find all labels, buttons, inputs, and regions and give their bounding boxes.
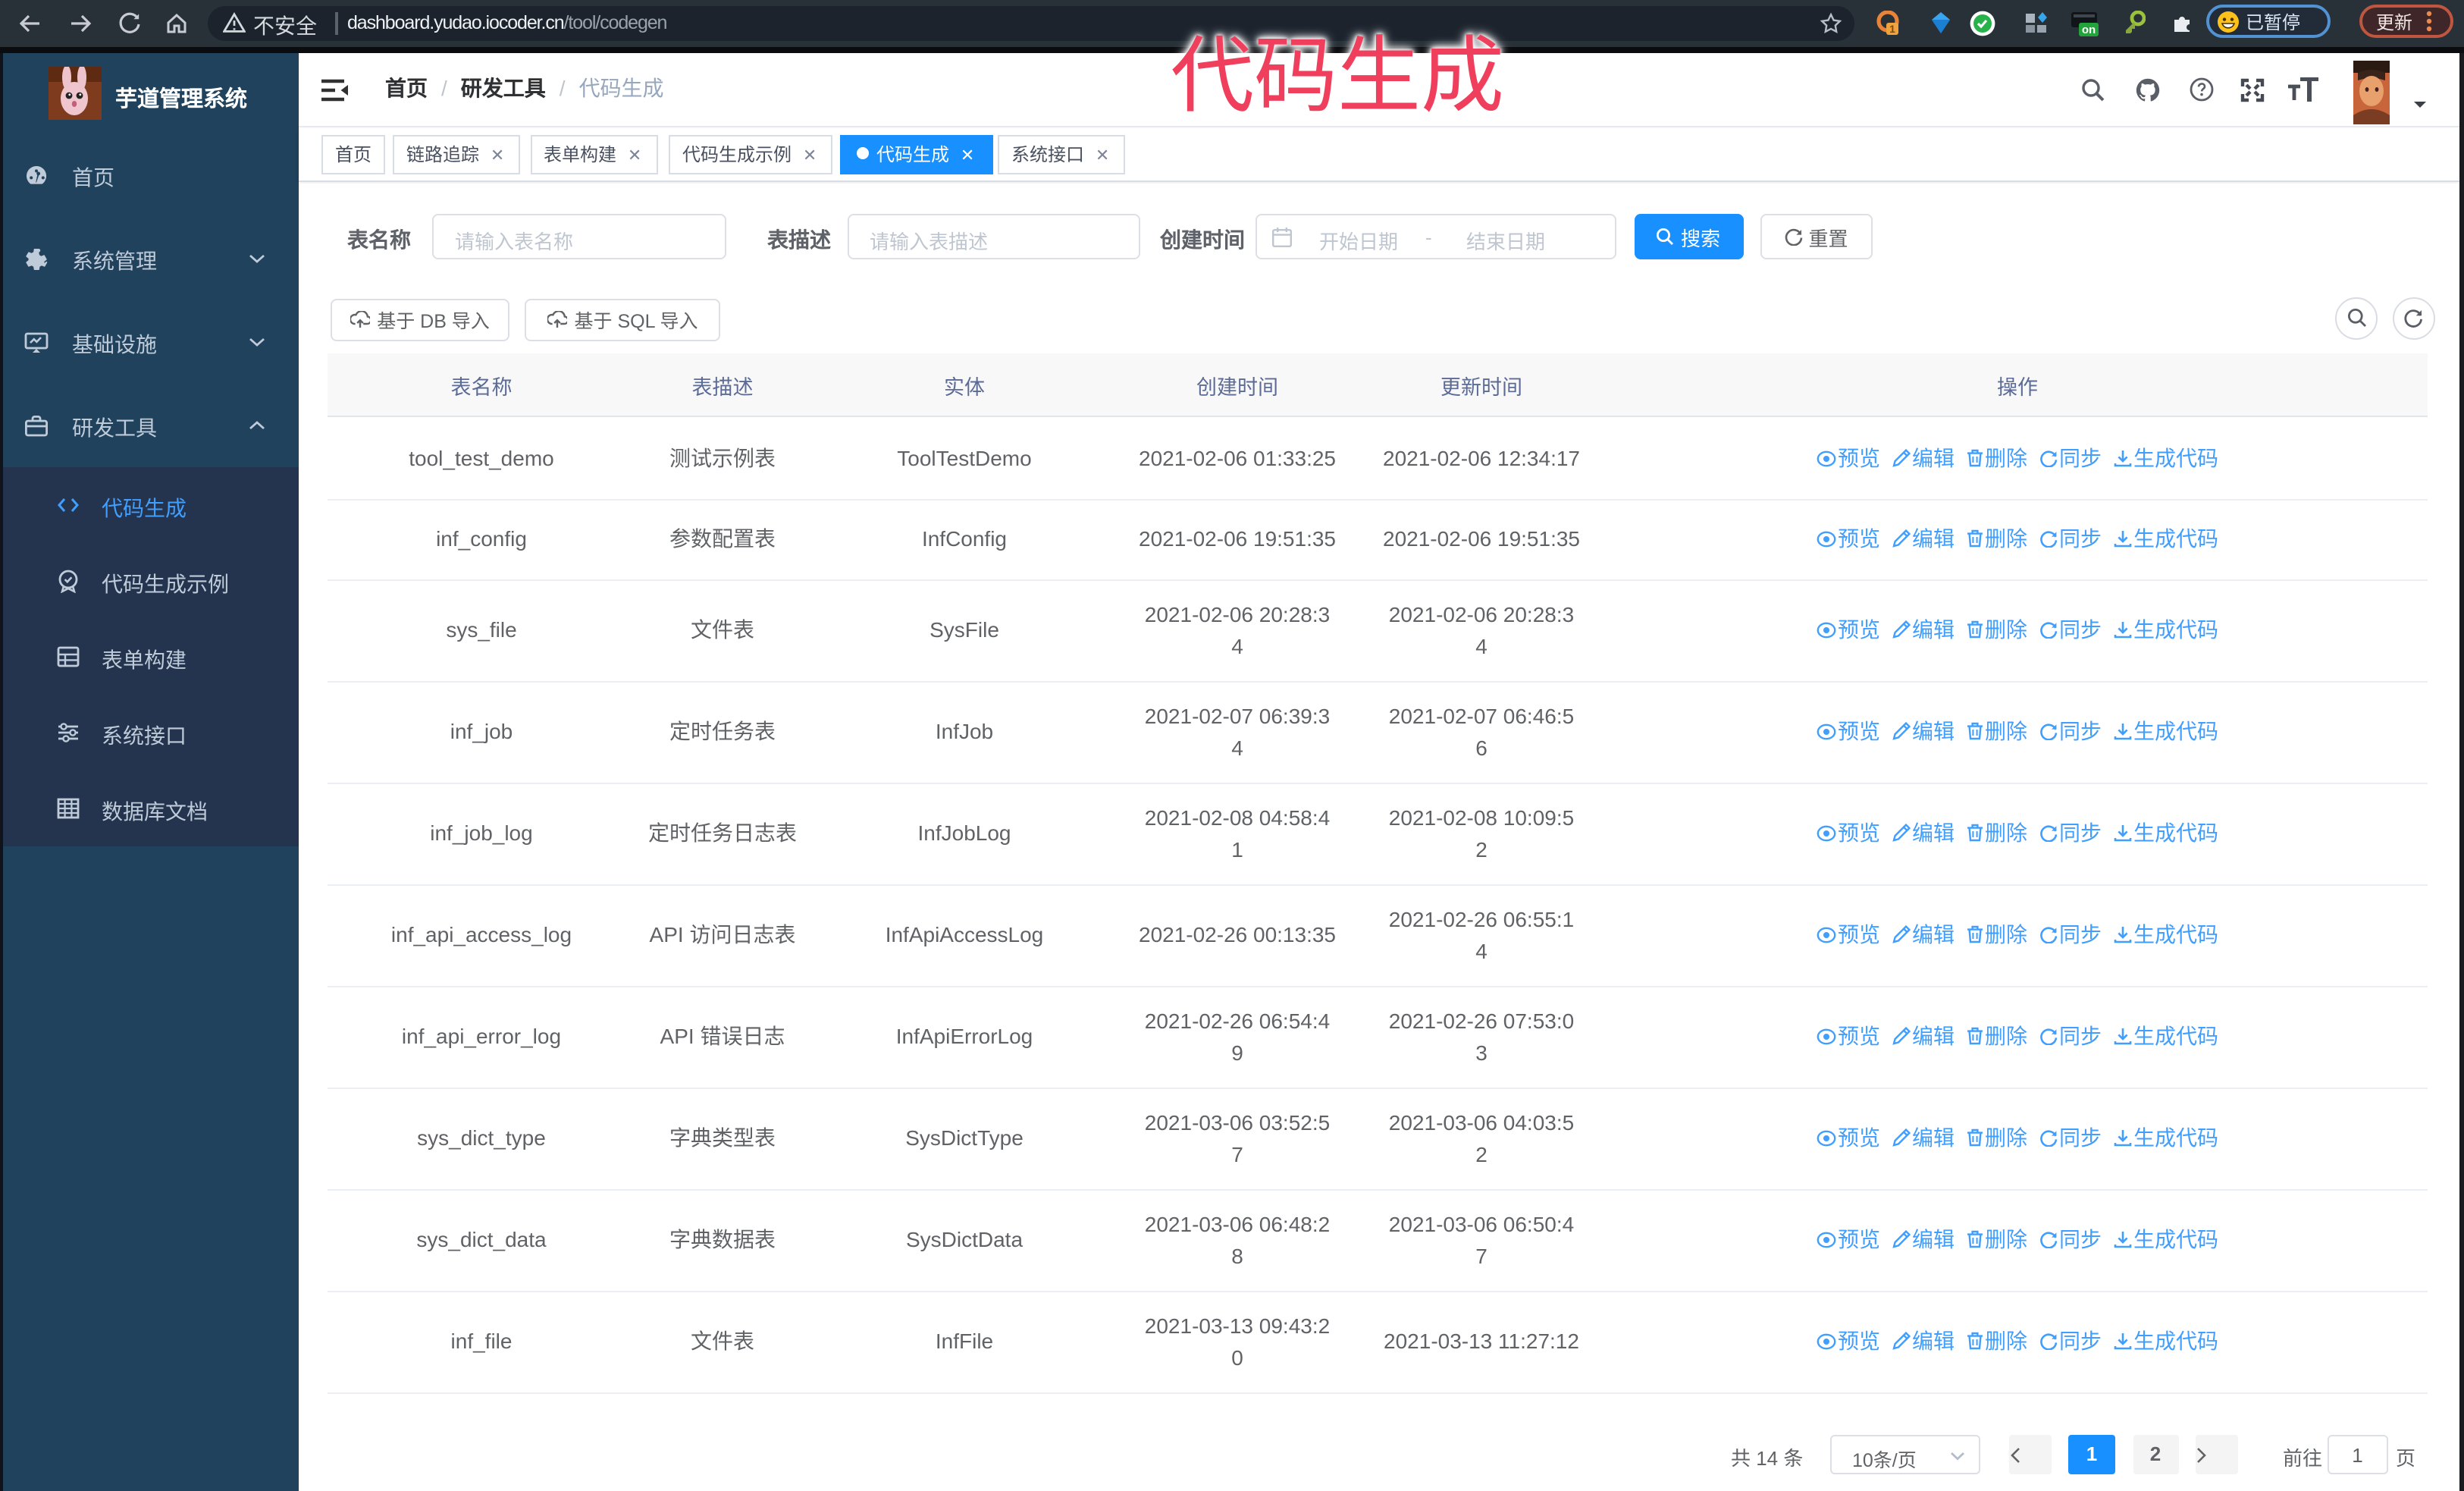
- svg-text:on: on: [2082, 24, 2096, 36]
- svg-text:1: 1: [1889, 23, 1895, 35]
